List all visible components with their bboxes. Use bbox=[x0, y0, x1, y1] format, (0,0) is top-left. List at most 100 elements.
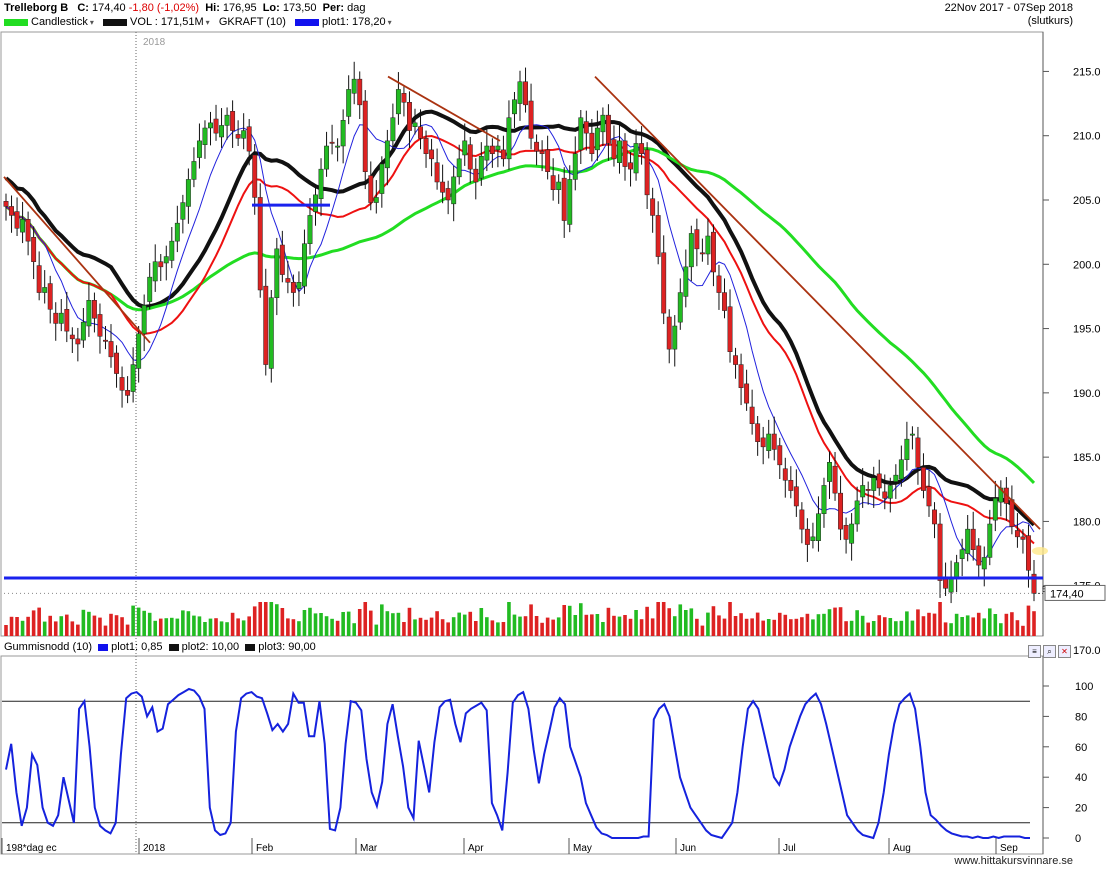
volume-bar bbox=[385, 611, 390, 636]
candle-body bbox=[418, 126, 423, 139]
volume-bar bbox=[1004, 613, 1009, 636]
candle-body bbox=[843, 525, 849, 540]
price-tick-label: 170.0 bbox=[1073, 645, 1101, 657]
period-value: dag bbox=[347, 2, 366, 14]
osc-plot2[interactable]: plot2: 10,00 bbox=[182, 641, 240, 653]
volume-bar bbox=[700, 625, 705, 636]
close-icon[interactable]: ✕ bbox=[1058, 645, 1071, 658]
candle-body bbox=[688, 233, 694, 268]
osc-tick-label: 60 bbox=[1075, 742, 1087, 754]
period-label: Per: bbox=[322, 2, 345, 14]
volume-bar bbox=[131, 605, 135, 636]
volume-bar bbox=[877, 615, 882, 636]
candle-body bbox=[196, 140, 202, 158]
candle-body bbox=[744, 383, 750, 404]
volume-bar bbox=[573, 615, 578, 636]
candle-body bbox=[47, 283, 53, 310]
volume-bar bbox=[258, 602, 263, 636]
magnifier-icon[interactable]: ⌕ bbox=[1043, 645, 1056, 658]
volume-bar bbox=[518, 616, 522, 636]
legend-candlestick[interactable]: Candlestick ▾ bbox=[4, 16, 94, 28]
legend-plot1-label: plot1: 178,20 bbox=[322, 16, 386, 28]
candle-body bbox=[932, 509, 937, 525]
candle-body bbox=[738, 364, 744, 388]
candle-body bbox=[489, 145, 495, 154]
volume-bar bbox=[733, 616, 738, 636]
candle-body bbox=[36, 265, 42, 293]
volume-bar bbox=[225, 622, 229, 636]
volume-bar bbox=[170, 617, 174, 636]
candle-body bbox=[948, 577, 954, 593]
volume-bar bbox=[53, 621, 58, 636]
candle-body bbox=[644, 149, 650, 196]
candle-body bbox=[91, 300, 97, 319]
candle-body bbox=[921, 467, 926, 491]
candle-body bbox=[279, 244, 285, 275]
candle-body bbox=[290, 282, 296, 293]
volume-bar bbox=[473, 621, 478, 636]
legend-volume[interactable]: VOL : 171,51M ▾ bbox=[103, 16, 210, 28]
volume-bar bbox=[601, 622, 605, 636]
volume-bar bbox=[932, 613, 937, 636]
volume-bar bbox=[960, 617, 964, 636]
volume-bar bbox=[512, 614, 517, 636]
candle-body bbox=[871, 477, 877, 491]
osc-plot3[interactable]: plot3: 90,00 bbox=[258, 641, 316, 653]
volume-bar bbox=[882, 617, 887, 636]
volume-bar bbox=[993, 614, 998, 636]
volume-bar bbox=[838, 607, 843, 636]
candle-body bbox=[368, 175, 374, 203]
candle-body bbox=[655, 215, 661, 257]
legend-plot1[interactable]: plot1: 178,20 ▾ bbox=[295, 16, 392, 28]
candle-body bbox=[827, 462, 832, 482]
volume-bar bbox=[368, 610, 373, 636]
candle-body bbox=[324, 145, 330, 170]
year-label: 2018 bbox=[143, 37, 166, 48]
legend-gkraft[interactable]: GKRAFT (10) bbox=[219, 16, 286, 28]
candle-body bbox=[517, 81, 523, 104]
candle-body bbox=[58, 312, 64, 324]
candle-body bbox=[307, 215, 313, 244]
list-icon[interactable]: ≡ bbox=[1028, 645, 1041, 658]
volume-bar bbox=[650, 618, 655, 636]
candle-body bbox=[556, 181, 562, 190]
volume-bar bbox=[208, 618, 213, 636]
volume-bar bbox=[628, 618, 633, 636]
candle-body bbox=[589, 132, 595, 154]
volume-bar bbox=[656, 602, 660, 636]
volume-bar bbox=[595, 614, 600, 636]
volume-bar bbox=[230, 612, 235, 636]
osc-title[interactable]: Gummisnodd (10) bbox=[4, 641, 92, 653]
candle-body bbox=[1009, 499, 1015, 527]
candle-body bbox=[114, 352, 119, 374]
close-value: 174,40 bbox=[92, 2, 126, 14]
candle-body bbox=[572, 153, 578, 180]
candle-body bbox=[384, 140, 390, 169]
volume-bar bbox=[529, 604, 533, 636]
candle-body bbox=[25, 219, 31, 242]
candle-body bbox=[478, 156, 484, 179]
candle-body bbox=[992, 498, 998, 521]
candle-body bbox=[440, 181, 446, 193]
volume-bar bbox=[214, 618, 218, 636]
volume-bar bbox=[717, 615, 721, 636]
osc-panel-border bbox=[0, 655, 1044, 855]
candle-body bbox=[213, 118, 219, 134]
volume-bar bbox=[623, 615, 627, 636]
volume-bar bbox=[728, 602, 732, 636]
candle-body bbox=[241, 130, 247, 139]
candle-body bbox=[14, 211, 20, 229]
plot1-swatch-icon bbox=[295, 18, 320, 26]
candle-body bbox=[1014, 530, 1020, 538]
candle-body bbox=[760, 437, 766, 448]
candle-body bbox=[252, 154, 258, 198]
volume-bar bbox=[147, 612, 152, 636]
volume-bar bbox=[711, 606, 716, 636]
low-label: Lo: bbox=[262, 2, 280, 14]
osc-plot1[interactable]: plot1: 0,85 bbox=[111, 641, 162, 653]
volume-bar bbox=[313, 613, 318, 636]
volume-bar bbox=[910, 620, 915, 636]
candle-body bbox=[191, 161, 197, 180]
volume-bar bbox=[551, 619, 555, 636]
candle-body bbox=[882, 491, 888, 499]
